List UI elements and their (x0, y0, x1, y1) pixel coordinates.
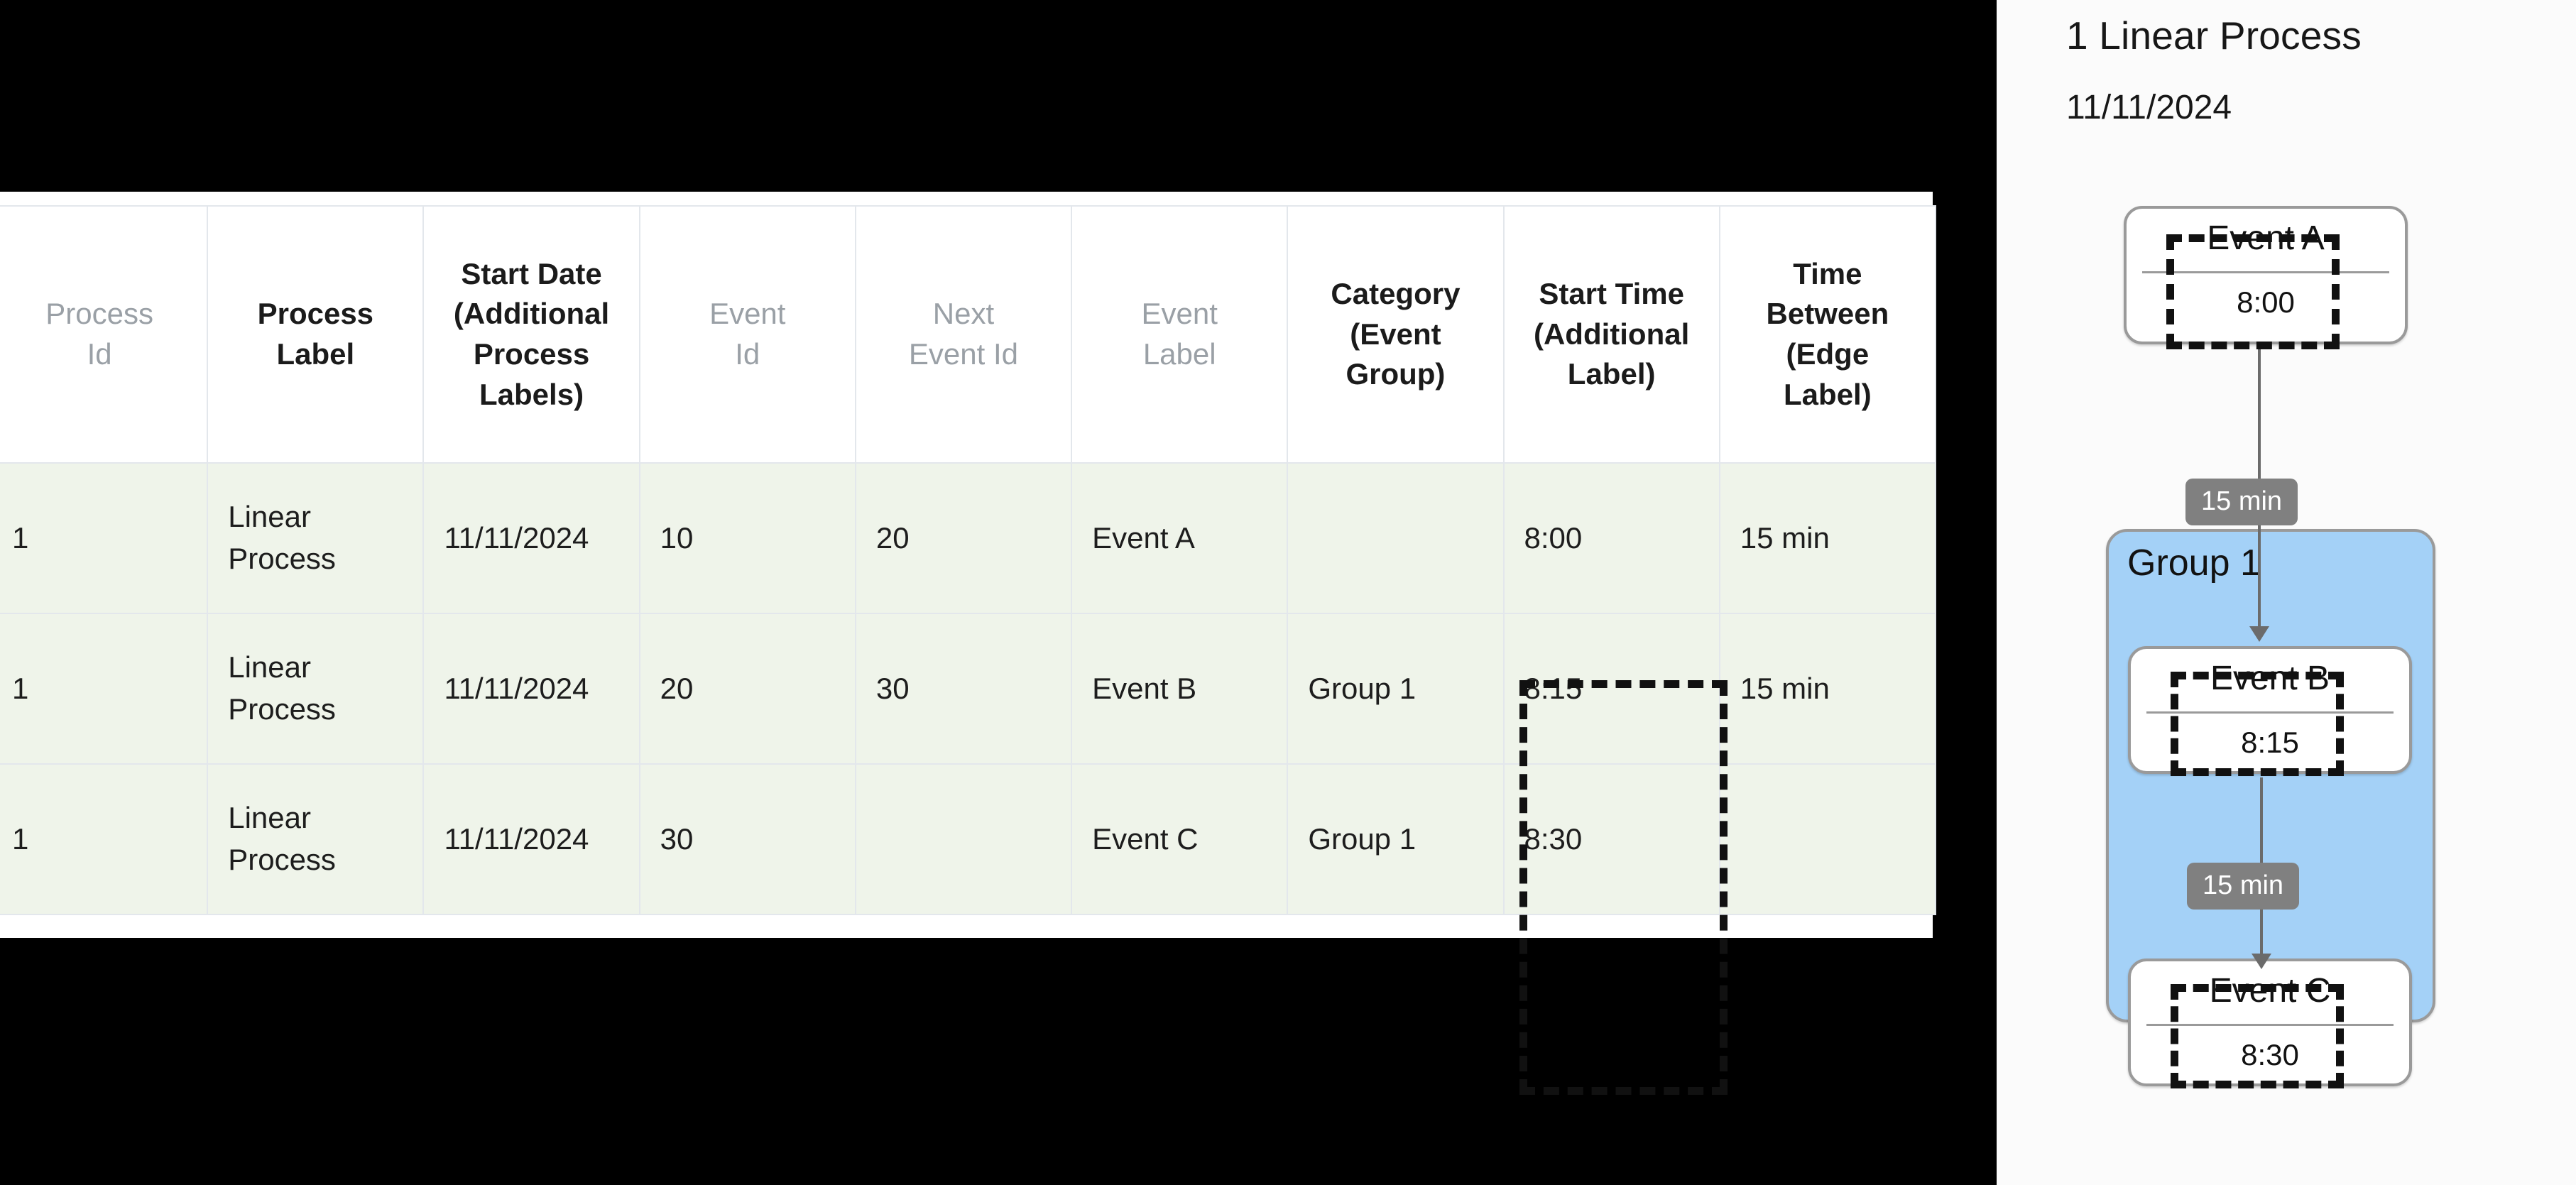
cell-start-date: 11/11/2024 (422, 462, 640, 614)
header-line: Label (1142, 337, 1216, 371)
screenshot-root: Process Id Process Label Start Date (Add… (0, 0, 2576, 1185)
diagram-node-event-a[interactable]: Event A 8:00 (2124, 206, 2408, 344)
cell-process-label: Linear Process (207, 613, 425, 765)
node-divider (2142, 271, 2389, 273)
header-line: (Event (1350, 317, 1441, 351)
column-header-process-label[interactable]: Process Label (207, 205, 425, 464)
node-title: Event C (2209, 972, 2331, 1010)
header-line: Label (276, 337, 355, 371)
header-line: Time (1793, 256, 1862, 290)
arrow-head-icon (2249, 626, 2269, 642)
cell-category (1287, 462, 1505, 614)
header-line: Process Labels) (473, 337, 590, 411)
cell-event-id: 30 (638, 763, 856, 915)
column-header-start-time[interactable]: Start Time (Additional Label) (1502, 205, 1720, 464)
column-header-process-id[interactable]: Process Id (0, 205, 209, 464)
node-subtitle: 8:30 (2241, 1038, 2299, 1071)
cell-time-between: 15 min (1718, 462, 1937, 614)
column-header-time-between[interactable]: Time Between (Edge Label) (1718, 205, 1937, 464)
column-header-event-id[interactable]: Event Id (638, 205, 856, 464)
table-body: 1 Linear Process 11/11/2024 10 20 Event … (0, 462, 1937, 915)
cell-process-label: Linear Process (207, 462, 425, 614)
cell-process-id: 1 (0, 763, 209, 915)
header-line: (Additional (1533, 317, 1690, 351)
table-header-row: Process Id Process Label Start Date (Add… (0, 205, 1937, 464)
edge-label-a-to-b: 15 min (2185, 479, 2298, 525)
node-divider (2146, 1024, 2394, 1026)
cell-time-between (1718, 763, 1937, 915)
table-row[interactable]: 1 Linear Process 11/11/2024 30 Event C G… (0, 763, 1937, 915)
group-label: Group 1 (2127, 542, 2261, 584)
cell-text: Linear Process (228, 801, 336, 876)
cell-event-label: Event C (1071, 763, 1289, 915)
node-divider (2146, 711, 2394, 714)
header-line: Group) (1346, 357, 1446, 391)
header-line: Label) (1567, 357, 1656, 391)
cell-start-time: 8:15 (1502, 613, 1720, 765)
process-events-table: Process Id Process Label Start Date (Add… (0, 205, 1937, 915)
node-subtitle: 8:15 (2241, 726, 2299, 759)
cell-event-id: 20 (638, 613, 856, 765)
node-title: Event B (2210, 660, 2330, 697)
cell-process-label: Linear Process (207, 763, 425, 915)
process-table-panel: Process Id Process Label Start Date (Add… (0, 192, 1937, 1095)
edge-label-b-to-c: 15 min (2187, 863, 2300, 910)
cell-start-time: 8:00 (1502, 462, 1720, 614)
cell-process-id: 1 (0, 613, 209, 765)
cell-start-date: 11/11/2024 (422, 613, 640, 765)
table-row[interactable]: 1 Linear Process 11/11/2024 20 30 Event … (0, 613, 1937, 765)
header-line: Event (1141, 297, 1218, 331)
table-header: Process Id Process Label Start Date (Add… (0, 205, 1937, 464)
diagram-title: 1 Linear Process (2066, 13, 2362, 58)
header-line: (Edge (1786, 337, 1870, 371)
cell-event-label: Event B (1071, 613, 1289, 765)
cell-category: Group 1 (1287, 763, 1505, 915)
header-line: Start Time (1539, 276, 1684, 310)
cell-event-id: 10 (638, 462, 856, 614)
header-line: Between (1766, 297, 1889, 331)
cell-time-between: 15 min (1718, 613, 1937, 765)
cell-start-date: 11/11/2024 (422, 763, 640, 915)
cell-next-event-id: 20 (854, 462, 1073, 614)
node-subtitle: 8:00 (2237, 285, 2295, 319)
header-line: Event Id (908, 337, 1019, 371)
column-header-next-event-id[interactable]: Next Event Id (854, 205, 1073, 464)
header-line: Label) (1784, 377, 1872, 411)
cell-category: Group 1 (1287, 613, 1505, 765)
table-row[interactable]: 1 Linear Process 11/11/2024 10 20 Event … (0, 462, 1937, 614)
process-diagram-panel: 1 Linear Process 11/11/2024 Group 1 15 m… (1997, 0, 2576, 1185)
column-header-category[interactable]: Category (Event Group) (1287, 205, 1505, 464)
header-line: Next (932, 297, 995, 331)
header-line: Process (45, 297, 153, 331)
header-line: Id (87, 337, 112, 371)
diagram-node-event-b[interactable]: Event B 8:15 (2128, 646, 2412, 774)
column-header-event-label[interactable]: Event Label (1071, 205, 1289, 464)
cell-text: Linear Process (228, 650, 336, 726)
diagram-subtitle: 11/11/2024 (2066, 89, 2232, 126)
header-line: Category (1331, 276, 1461, 310)
diagram-node-event-c[interactable]: Event C 8:30 (2128, 959, 2412, 1086)
cell-next-event-id (854, 763, 1073, 915)
cell-start-time: 8:30 (1502, 763, 1720, 915)
arrow-head-icon (2252, 954, 2271, 969)
cell-event-label: Event A (1071, 462, 1289, 614)
cell-text: Linear Process (228, 500, 336, 575)
group-container-group-1[interactable]: Group 1 (2106, 529, 2435, 1022)
header-line: Start Date (Additional (453, 256, 610, 331)
header-line: Id (735, 337, 760, 371)
column-header-start-date[interactable]: Start Date (Additional Process Labels) (422, 205, 640, 464)
node-title: Event A (2207, 219, 2325, 257)
header-line: Process (257, 297, 374, 331)
cell-process-id: 1 (0, 462, 209, 614)
cell-next-event-id: 30 (854, 613, 1073, 765)
header-line: Event (709, 297, 786, 331)
